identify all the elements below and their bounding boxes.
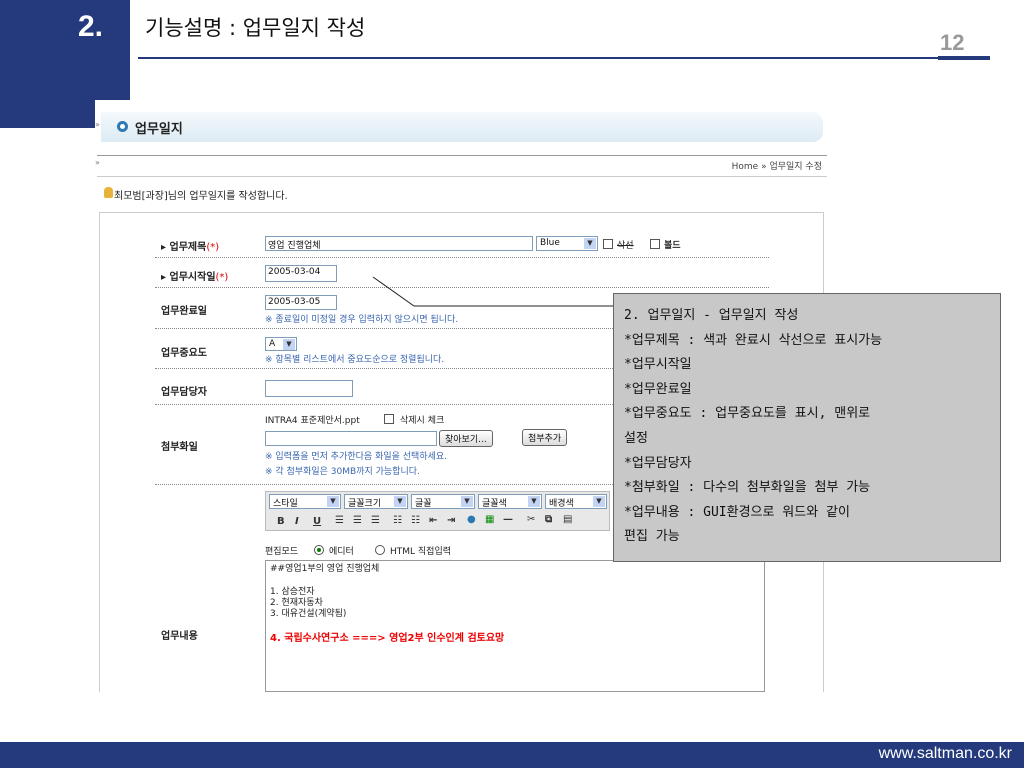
callout-line: *업무담당자 [624,455,692,471]
callout-line: 편집 가능 [624,529,680,545]
footer-url[interactable]: www.saltman.co.kr [879,745,1012,763]
callout-line: *업무시작일 [624,357,692,373]
callout-line: *업무중요도 : 업무중요도를 표시, 맨위로 [624,406,871,422]
callout-line: *업무완료일 [624,381,692,397]
callout-line: *첨부화일 : 다수의 첨부화일을 첨부 가능 [624,480,871,496]
callout-line: *업무내용 : GUI환경으로 워드와 같이 [624,504,850,520]
callout-line: 설정 [624,430,648,446]
feature-callout: 2. 업무일지 - 업무일지 작성 *업무제목 : 색과 완료시 삭선으로 표시… [613,293,1001,562]
callout-line: 2. 업무일지 - 업무일지 작성 [624,308,799,323]
callout-line: *업무제목 : 색과 완료시 삭선으로 표시가능 [624,332,883,348]
footer-bar: www.saltman.co.kr [0,742,1024,768]
